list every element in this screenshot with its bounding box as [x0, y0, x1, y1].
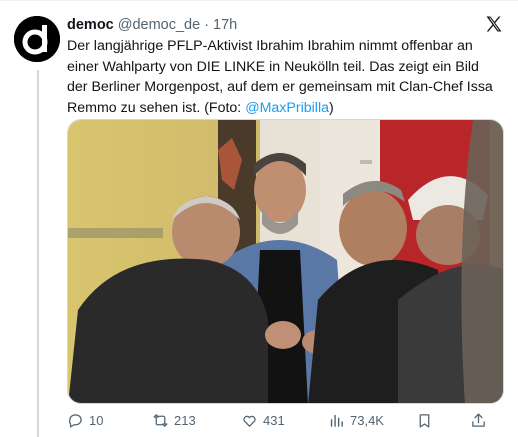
share-icon: [472, 412, 485, 427]
views-button[interactable]: 73,4K: [328, 409, 384, 431]
tweet-text: Der langjährige PFLP-Aktivist Ibrahim Ib…: [67, 36, 499, 118]
like-button[interactable]: 431: [241, 409, 285, 431]
repost-count: 213: [174, 412, 196, 428]
like-icon: [243, 415, 256, 427]
reply-icon: [69, 413, 82, 428]
avatar[interactable]: [14, 16, 60, 62]
reply-count: 10: [89, 412, 104, 428]
mention-link[interactable]: @MaxPribilla: [245, 100, 329, 116]
views-count: 73,4K: [350, 412, 384, 428]
reply-button[interactable]: 10: [67, 409, 103, 431]
action-bar: 10 213 431 73,4K: [67, 409, 504, 431]
photo-scene: [68, 120, 503, 403]
repost-icon: [153, 413, 168, 427]
header-separator: ·: [204, 17, 210, 33]
author-name[interactable]: democ: [67, 17, 114, 33]
repost-button[interactable]: 213: [152, 409, 196, 431]
like-count: 431: [263, 412, 285, 428]
x-logo-icon[interactable]: [484, 14, 504, 34]
tweet-header: democ @democ_de · 17h: [67, 14, 237, 36]
tweet-time[interactable]: 17h: [213, 17, 237, 33]
author-handle[interactable]: @democ_de: [118, 17, 200, 33]
bookmark-icon: [419, 413, 430, 428]
views-icon: [330, 414, 343, 427]
thread-line: [37, 70, 39, 437]
democ-logo-icon: [14, 16, 60, 62]
share-button[interactable]: [470, 409, 487, 431]
top-divider: [0, 0, 518, 1]
tweet-photo[interactable]: [67, 119, 504, 404]
bookmark-button[interactable]: [416, 409, 433, 431]
tweet-text-end: ): [328, 99, 334, 116]
